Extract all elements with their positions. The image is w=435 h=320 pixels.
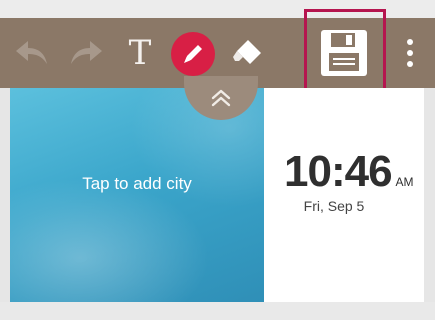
- clock-ampm: AM: [395, 175, 414, 189]
- pen-tool-button[interactable]: [170, 31, 216, 77]
- clock-time: 10:46: [284, 147, 393, 196]
- save-button-highlight: [304, 9, 386, 95]
- undo-button[interactable]: [12, 36, 52, 70]
- more-vert-icon: [407, 39, 413, 67]
- undo-icon: [16, 41, 47, 64]
- more-options-button[interactable]: [398, 34, 422, 72]
- redo-button[interactable]: [66, 36, 106, 70]
- pen-icon: [171, 32, 215, 76]
- eraser-tool-button[interactable]: [228, 34, 268, 72]
- eraser-icon: [233, 40, 261, 64]
- clock-panel[interactable]: 10:46 AM Fri, Sep 5: [264, 88, 424, 302]
- add-city-prompt[interactable]: Tap to add city: [10, 174, 264, 194]
- bottom-strip: [0, 302, 435, 320]
- time-display: 10:46 AM: [284, 150, 414, 194]
- chevron-up-double-icon: [211, 89, 231, 107]
- clock-date: Fri, Sep 5: [303, 198, 365, 214]
- weather-city-panel[interactable]: Tap to add city: [10, 88, 264, 302]
- text-tool-icon: T: [128, 33, 152, 73]
- text-tool-button[interactable]: T: [120, 34, 160, 72]
- redo-icon: [71, 41, 102, 64]
